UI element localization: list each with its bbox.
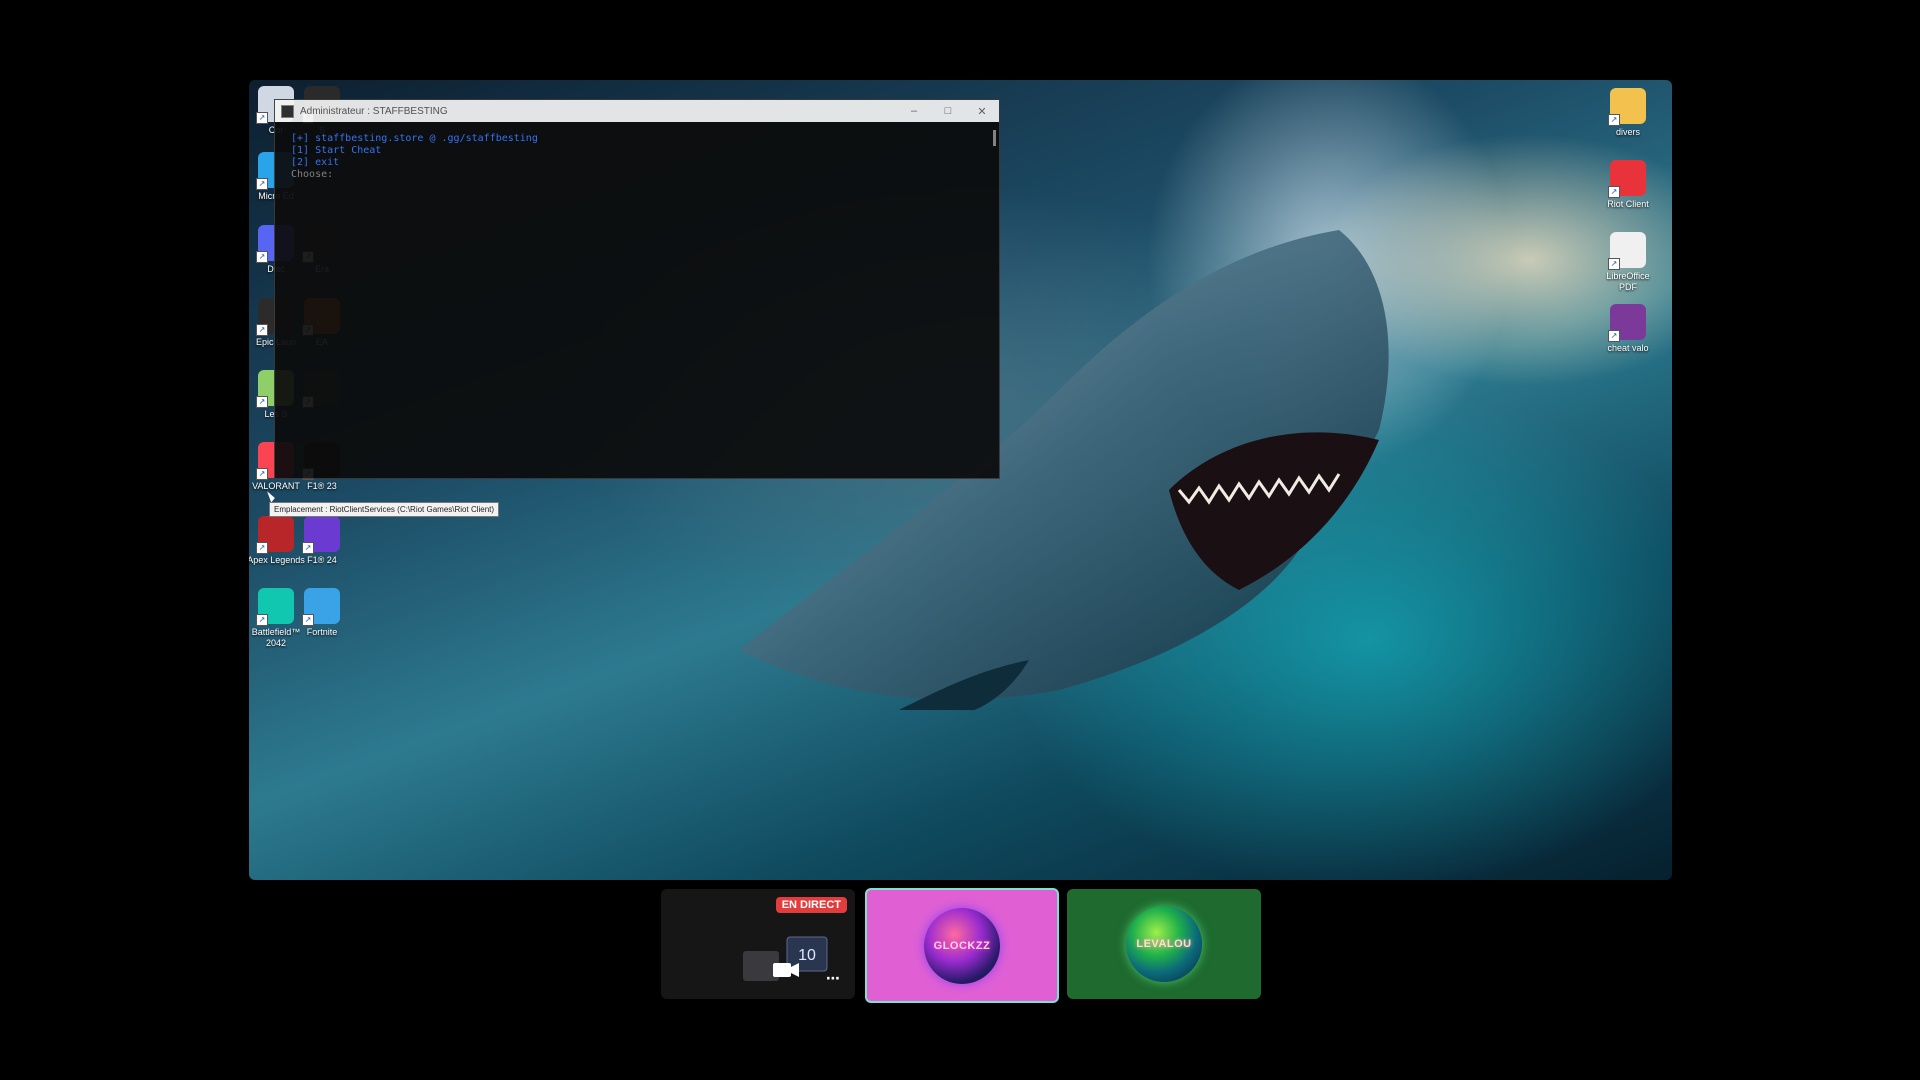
console-line: [2] exit (291, 157, 340, 168)
tooltip: Emplacement : RiotClientServices (C:\Rio… (269, 502, 500, 517)
desktop-icon-label: F1® 23 (307, 481, 337, 491)
shortcut-arrow-icon: ↗ (256, 542, 268, 554)
console-window[interactable]: Administrateur : STAFFBESTING – □ ✕ [+] … (274, 99, 1000, 479)
f1-24-icon: ↗ (302, 516, 340, 554)
folder-icon: ↗ (1608, 88, 1646, 126)
shortcut-arrow-icon: ↗ (256, 614, 268, 626)
console-title: Administrateur : STAFFBESTING (300, 105, 448, 117)
terminal-icon (281, 104, 294, 118)
desktop-icon-label: LibreOffice PDF (1606, 271, 1650, 292)
tile-levalou[interactable]: LEVALOU (1067, 889, 1261, 999)
participant-name: LEVALOU (1136, 938, 1192, 950)
apex-icon: ↗ (256, 516, 294, 554)
desktop-icon-label: Fortnite (306, 627, 338, 637)
winrar-icon: ↗ (1608, 304, 1646, 342)
console-output[interactable]: [+] staffbesting.store @ .gg/staffbestin… (275, 122, 999, 192)
live-badge: EN DIRECT (775, 897, 847, 913)
desktop-icon-label: divers (1615, 127, 1640, 137)
shortcut-arrow-icon: ↗ (1608, 114, 1620, 126)
battlefield-icon: ↗ (256, 588, 294, 626)
desktop-icon-label: cheat valo (1607, 343, 1649, 353)
avatar: GLOCKZZ (924, 907, 1000, 984)
close-button[interactable]: ✕ (965, 105, 999, 118)
desktop-icon-label: F1® 24 (307, 555, 337, 565)
stream-counter: 10 (798, 947, 816, 964)
console-titlebar[interactable]: Administrateur : STAFFBESTING – □ ✕ (275, 100, 999, 122)
shortcut-arrow-icon: ↗ (256, 112, 268, 124)
console-line: [1] Start Cheat (291, 145, 382, 156)
console-scrollbar[interactable] (993, 130, 996, 146)
desktop-icon[interactable]: ↗ divers (1599, 88, 1657, 138)
desktop-icon-label: Riot Client (1607, 199, 1649, 209)
maximize-button[interactable]: □ (931, 105, 965, 117)
shared-screen: ↗Cor↗S↗Micro Ed↗Disc↗Era↗Epic Laun↗EA↗Le… (249, 80, 1672, 880)
desktop-icon[interactable]: ↗ Riot Client (1599, 160, 1657, 210)
riot-client-icon: ↗ (1608, 160, 1646, 198)
shortcut-arrow-icon: ↗ (256, 468, 268, 480)
shortcut-arrow-icon: ↗ (256, 324, 268, 336)
console-prompt[interactable]: Choose: (291, 169, 983, 181)
shortcut-arrow-icon: ↗ (256, 251, 268, 263)
tile-glockzz[interactable]: GLOCKZZ (865, 888, 1059, 1003)
desktop-icon[interactable]: ↗ F1® 24 (293, 516, 351, 566)
minimize-button[interactable]: – (897, 105, 931, 117)
shortcut-arrow-icon: ↗ (1608, 258, 1620, 270)
console-line: [+] staffbesting.store @ .gg/staffbestin… (291, 133, 538, 144)
avatar: LEVALOU (1126, 906, 1202, 982)
shortcut-arrow-icon: ↗ (1608, 186, 1620, 198)
more-options-button[interactable]: ⋯ (826, 970, 841, 987)
shortcut-arrow-icon: ↗ (1608, 330, 1620, 342)
desktop-icon[interactable]: ↗ cheat valo (1599, 304, 1657, 354)
desktop-icon[interactable]: ↗ LibreOffice PDF (1599, 232, 1657, 293)
shortcut-arrow-icon: ↗ (302, 542, 314, 554)
fortnite-icon: ↗ (302, 588, 340, 626)
document-icon: ↗ (1608, 232, 1646, 270)
tile-stream[interactable]: 10 EN DIRECT ⋯ (661, 889, 855, 999)
stream-camera-icon: 10 (743, 936, 828, 981)
shortcut-arrow-icon: ↗ (302, 614, 314, 626)
shortcut-arrow-icon: ↗ (256, 396, 268, 408)
shortcut-arrow-icon: ↗ (256, 178, 268, 190)
participant-name: GLOCKZZ (933, 939, 991, 952)
desktop-icon[interactable]: ↗ Fortnite (293, 588, 351, 638)
